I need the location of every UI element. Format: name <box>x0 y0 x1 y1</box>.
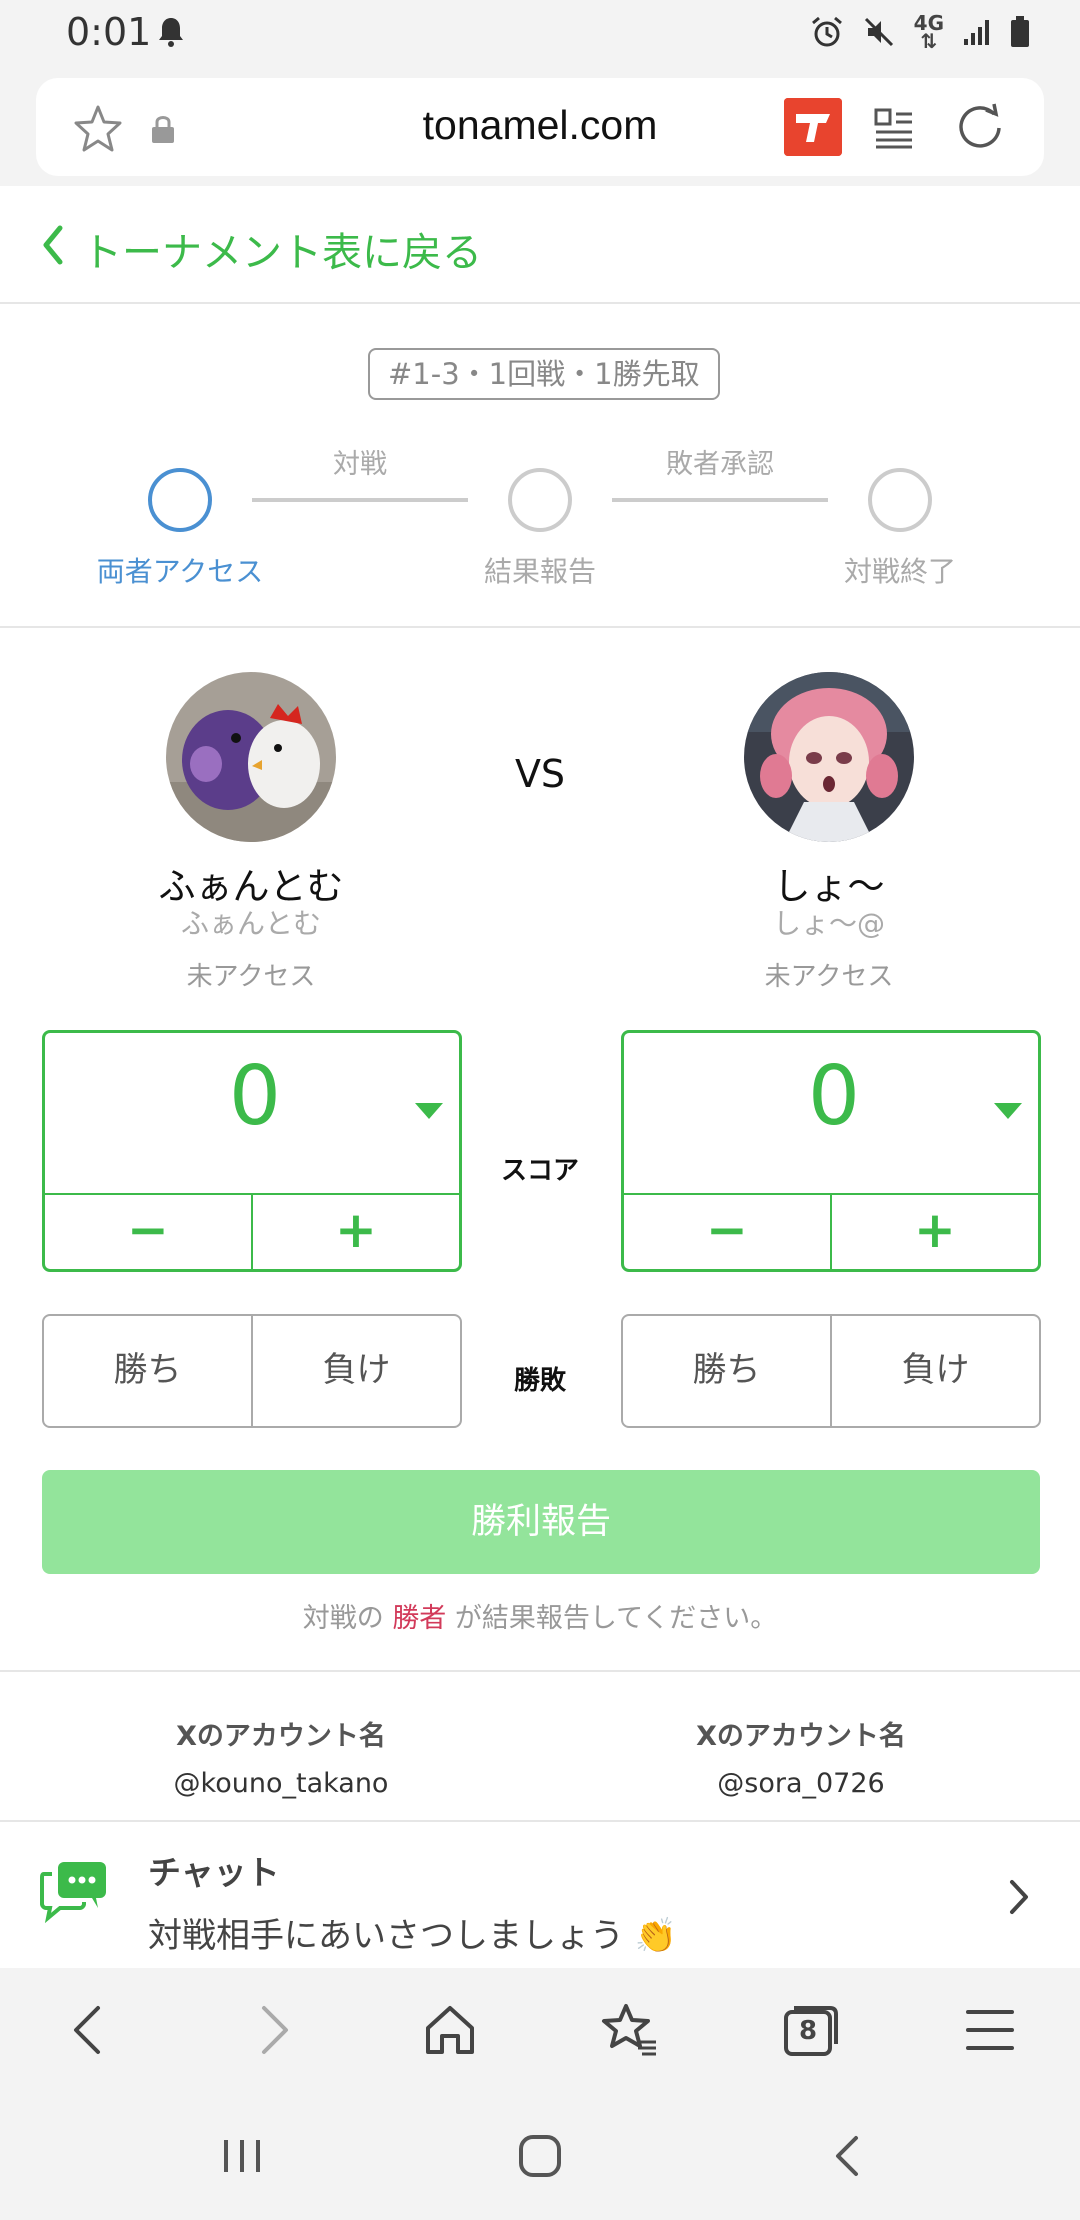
vs-label: VS <box>514 752 566 796</box>
step-circle-match-end <box>868 468 932 532</box>
home-circle-icon[interactable] <box>516 2132 564 2180</box>
match-progress: #1-3・1回戦・1勝先取 対戦 敗者承認 両者アクセス 結果報告 対戦終了 <box>0 306 1080 628</box>
match-tag: #1-3・1回戦・1勝先取 <box>368 348 720 400</box>
hint-text-after: が結果報告してください。 <box>446 1603 778 1634</box>
result-label: 勝敗 <box>513 1366 566 1396</box>
alarm-icon <box>811 16 842 47</box>
player1-lose-button[interactable]: 負け <box>253 1316 460 1426</box>
status-time: 0:01 <box>66 10 152 54</box>
player1-score-plus-button[interactable]: + <box>253 1195 459 1269</box>
address-bar[interactable]: tonamel.com <box>36 78 1044 176</box>
step-circle-result-report <box>508 468 572 532</box>
notification-bell-icon <box>159 18 183 47</box>
status-bar: 0:01 4G ⇅ <box>0 0 1080 66</box>
player2-score-steppers: − + <box>624 1193 1038 1269</box>
progress-line-1 <box>252 498 468 502</box>
status-icons: 4G ⇅ <box>810 11 1030 53</box>
step-circle-both-access <box>148 468 212 532</box>
chat-bubble-icon <box>40 1862 106 1924</box>
player1-score-box: 0 − + <box>42 1030 462 1272</box>
player2-subname: しょ〜@ <box>772 907 885 940</box>
chevron-right-icon <box>1010 1880 1028 1914</box>
player2-score-minus-button[interactable]: − <box>624 1195 832 1269</box>
player1-score-select[interactable]: 0 <box>45 1049 465 1144</box>
browser-address-area: tonamel.com <box>0 66 1080 186</box>
chat-banner[interactable]: チャット 対戦相手にあいさつしましょう 👏 <box>0 1824 1080 1968</box>
caret-down-icon[interactable] <box>994 1103 1022 1119</box>
progress-line-2 <box>612 498 828 502</box>
player1-access-status: 未アクセス <box>186 962 316 992</box>
player2-x-account-label: Xのアカウント名 <box>696 1721 906 1752</box>
back-arrow-icon[interactable] <box>58 1998 122 2062</box>
step-label-match-end: 対戦終了 <box>843 555 956 588</box>
step-label-result-report: 結果報告 <box>483 555 596 588</box>
step-label-both-access: 両者アクセス <box>96 555 264 588</box>
recent-apps-icon[interactable] <box>218 2132 266 2180</box>
player1-score-steppers: − + <box>45 1193 459 1269</box>
android-navigation-bar <box>0 2092 1080 2220</box>
back-to-bracket-link[interactable]: トーナメント表に戻る <box>0 186 1080 304</box>
tabs-count: 8 <box>798 2016 818 2046</box>
player1-subname: ふぁんとむ <box>180 907 321 940</box>
chevron-left-icon <box>43 225 63 265</box>
player2-access-status: 未アクセス <box>764 962 894 992</box>
player1-score-minus-button[interactable]: − <box>45 1195 253 1269</box>
battery-icon <box>1011 16 1029 47</box>
player1-avatar-image <box>166 672 336 842</box>
player1-x-account-label: Xのアカウント名 <box>176 1721 386 1752</box>
players-section: VS ふぁんとむ ふぁんとむ 未アクセス しょ〜 しょ〜@ 未アクセス <box>0 630 1080 1010</box>
connector-label-battle: 対戦 <box>333 449 387 480</box>
menu-icon[interactable] <box>958 1998 1022 2062</box>
reader-mode-icon[interactable] <box>872 106 916 150</box>
player2-win-button[interactable]: 勝ち <box>623 1316 832 1426</box>
player1-avatar[interactable] <box>166 672 336 842</box>
back-link-label[interactable]: トーナメント表に戻る <box>82 220 482 278</box>
player1-result-toggle: 勝ち 負け <box>42 1314 462 1428</box>
player2-lose-button[interactable]: 負け <box>832 1316 1039 1426</box>
player2-score-plus-button[interactable]: + <box>832 1195 1038 1269</box>
player1-x-account[interactable]: @kouno_takano <box>81 1768 481 1799</box>
network-type: 4G ⇅ <box>913 11 944 53</box>
hint-text-before: 対戦の <box>302 1603 393 1634</box>
report-win-button[interactable]: 勝利報告 <box>42 1470 1040 1574</box>
score-label: スコア <box>500 1156 579 1186</box>
tabs-button[interactable]: 8 <box>778 1998 842 2062</box>
bookmarks-icon[interactable] <box>598 1998 662 2062</box>
mute-icon <box>864 17 893 47</box>
player2-avatar-image <box>744 672 914 842</box>
reload-icon[interactable] <box>954 100 1006 152</box>
browser-toolbar: 8 <box>0 1968 1080 2092</box>
site-logo-icon[interactable] <box>784 98 842 156</box>
nav-back-icon[interactable] <box>824 2132 872 2180</box>
player2-score-select[interactable]: 0 <box>624 1049 1044 1144</box>
player2-x-account[interactable]: @sora_0726 <box>601 1768 1001 1799</box>
player2-avatar[interactable] <box>744 672 914 842</box>
x-accounts-section: Xのアカウント名 @kouno_takano Xのアカウント名 @sora_07… <box>0 1670 1080 1822</box>
home-icon[interactable] <box>418 1998 482 2062</box>
player1-win-button[interactable]: 勝ち <box>44 1316 253 1426</box>
connector-label-loser-approval: 敗者承認 <box>666 449 774 480</box>
report-hint: 対戦の 勝者 が結果報告してください。 <box>0 1596 1080 1635</box>
chat-message: 対戦相手にあいさつしましょう 👏 <box>148 1916 678 1956</box>
signal-icon <box>964 20 989 45</box>
forward-arrow-icon[interactable] <box>240 1998 304 2062</box>
hint-winner-word: 勝者 <box>392 1603 447 1634</box>
player2-result-toggle: 勝ち 負け <box>621 1314 1041 1428</box>
chat-title: チャット <box>148 1853 280 1892</box>
player2-score-box: 0 − + <box>621 1030 1041 1272</box>
caret-down-icon[interactable] <box>415 1103 443 1119</box>
